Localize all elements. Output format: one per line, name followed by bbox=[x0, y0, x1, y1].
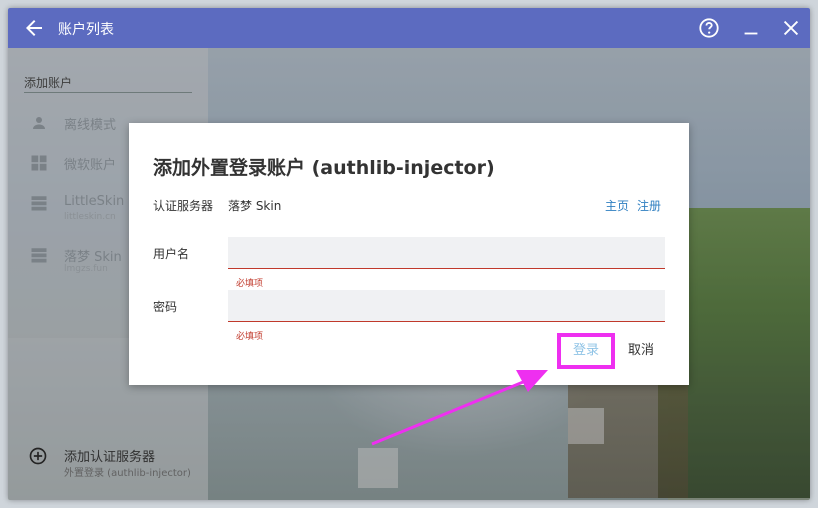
password-label: 密码 bbox=[153, 300, 178, 314]
cancel-button[interactable]: 取消 bbox=[621, 333, 661, 369]
help-circle-icon[interactable] bbox=[698, 17, 720, 39]
server-value: 落梦 Skin bbox=[228, 199, 282, 213]
register-link[interactable]: 注册 bbox=[637, 197, 661, 214]
app-window: 账户列表 添加账户 离线模式 微软账户 LittleSkin littleski… bbox=[8, 8, 810, 500]
login-dialog: 添加外置登录账户 (authlib-injector) 认证服务器 落梦 Ski… bbox=[129, 123, 689, 385]
username-error: 必填项 bbox=[236, 279, 264, 289]
password-error: 必填项 bbox=[236, 332, 264, 342]
password-input[interactable] bbox=[228, 290, 665, 322]
dialog-title: 添加外置登录账户 (authlib-injector) bbox=[153, 157, 495, 179]
server-label: 认证服务器 bbox=[153, 199, 214, 213]
page-title: 账户列表 bbox=[58, 22, 114, 38]
username-label: 用户名 bbox=[153, 247, 190, 261]
arrow-left-icon[interactable] bbox=[22, 16, 46, 40]
username-input[interactable] bbox=[228, 237, 665, 269]
login-button[interactable]: 登录 bbox=[557, 333, 615, 369]
minimize-icon[interactable] bbox=[740, 17, 762, 39]
home-link[interactable]: 主页 bbox=[605, 197, 629, 214]
title-bar: 账户列表 bbox=[8, 8, 810, 48]
close-icon[interactable] bbox=[780, 17, 802, 39]
